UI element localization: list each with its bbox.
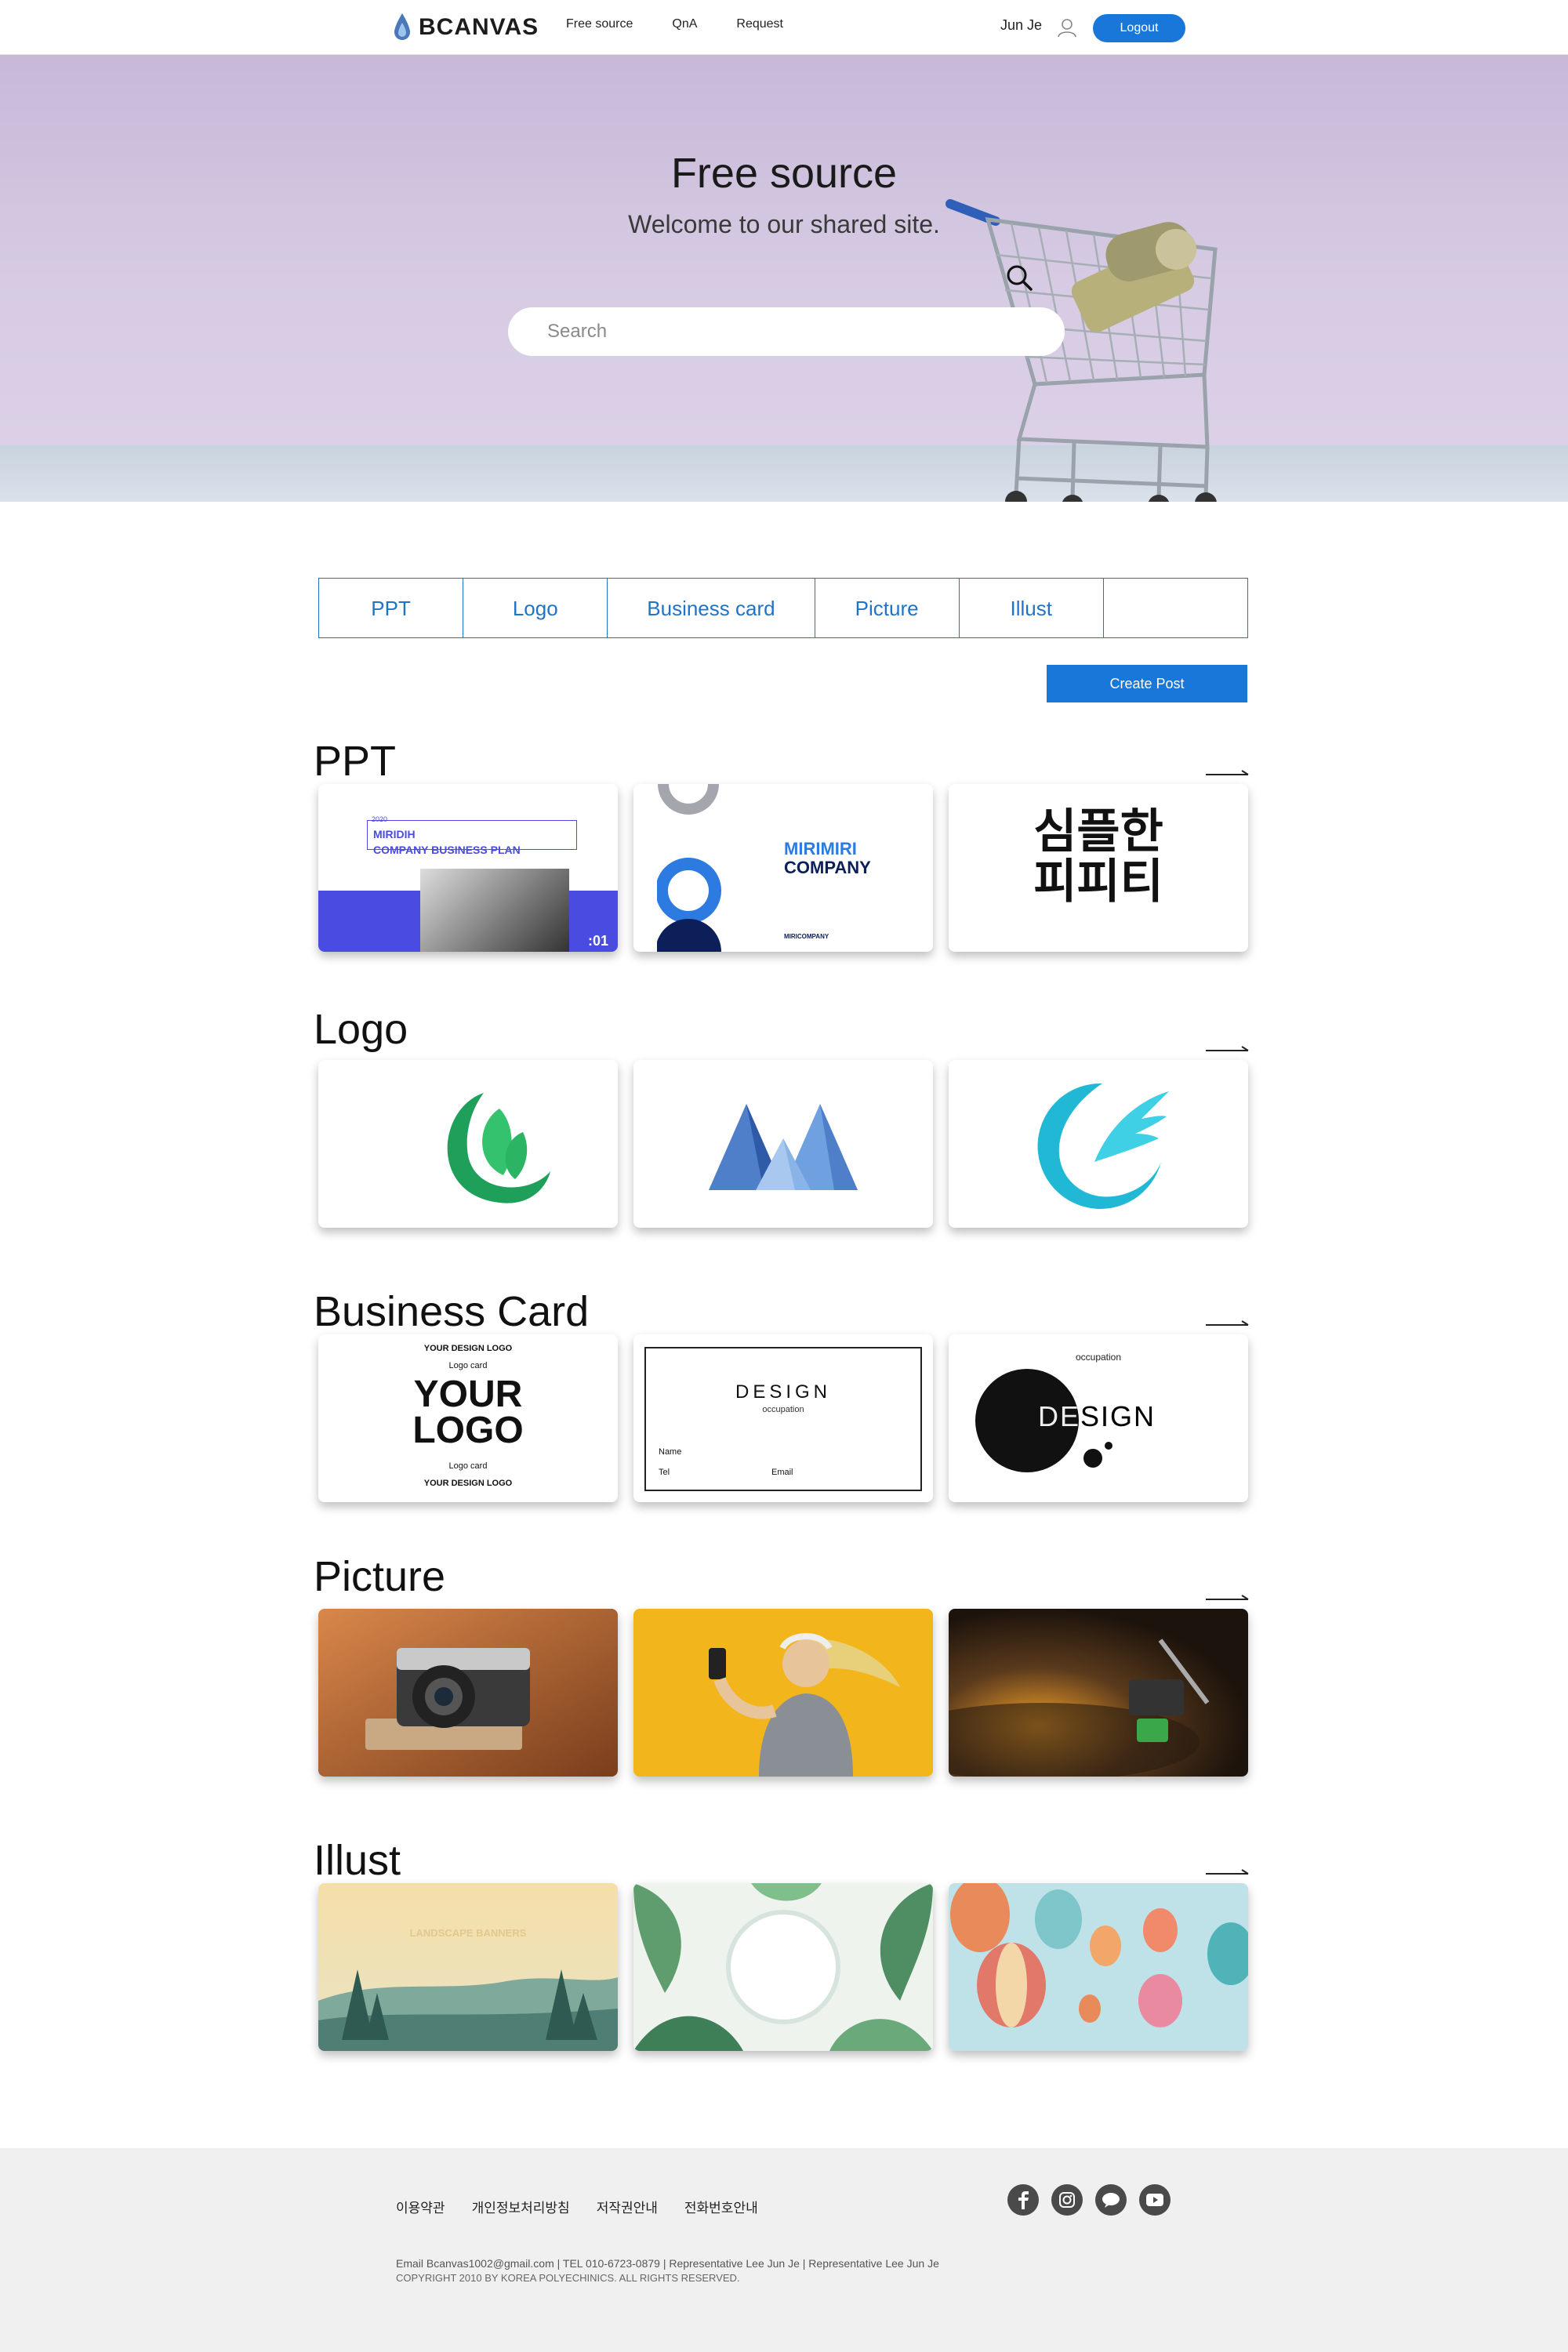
section-title-ppt: PPT: [314, 738, 397, 785]
chat-icon[interactable]: [1095, 2184, 1127, 2216]
bc1-label-bottom: Logo card: [448, 1461, 488, 1471]
more-arrow-icon[interactable]: [1206, 1046, 1250, 1055]
illust-card-landscape[interactable]: LANDSCAPE BANNERS: [318, 1883, 618, 2051]
facebook-icon[interactable]: [1007, 2184, 1039, 2216]
logo-card-2[interactable]: [633, 1060, 933, 1228]
balloons-illustration-icon: [949, 1883, 1248, 2051]
illust-card-balloons[interactable]: [949, 1883, 1248, 2051]
bc3-sub: occupation: [1075, 1352, 1122, 1363]
logo-card-3[interactable]: [949, 1060, 1248, 1228]
footer-link-terms[interactable]: 이용약관: [396, 2197, 445, 2216]
bc1-arc-bottom: YOUR DESIGN LOGO: [423, 1479, 513, 1488]
woman-photo-icon: [633, 1609, 933, 1777]
tab-logo[interactable]: Logo: [463, 579, 608, 637]
bc2-sub: occupation: [762, 1405, 804, 1414]
hero-banner: Free source Welcome to our shared site.: [0, 55, 1568, 502]
bc2-tel-label: Tel: [659, 1468, 670, 1477]
picture-card-camera[interactable]: [318, 1609, 618, 1777]
user-name: Jun Je: [1000, 17, 1043, 33]
bc3-title: DESIGN: [1038, 1400, 1156, 1432]
bc2-title: DESIGN: [735, 1381, 831, 1403]
illust-card-leaves[interactable]: [633, 1883, 933, 2051]
search-bar: [508, 307, 1065, 356]
wing-logo-icon: [1037, 1083, 1169, 1209]
bc1-big-1: YOUR: [413, 1374, 523, 1415]
hero-title: Free source: [670, 150, 898, 197]
bc2-email-label: Email: [771, 1468, 793, 1477]
ring-graphic-icon: [657, 784, 721, 952]
ppt-card-2[interactable]: MIRIMIRI COMPANY MIRICOMPANY: [633, 784, 933, 952]
hero-floor: [0, 445, 1568, 502]
business-card-3[interactable]: occupation DESIGN: [949, 1334, 1248, 1502]
social-links: [1007, 2184, 1171, 2216]
brand-name: BCANVAS: [419, 14, 539, 40]
ppt-card-1[interactable]: 2020 MIRIDIH COMPANY BUSINESS PLAN :01: [318, 784, 618, 952]
brand-logo[interactable]: BCANVAS: [392, 9, 539, 45]
leaves-frame-illustration-icon: [633, 1883, 933, 2051]
ppt2-line2: COMPANY: [784, 858, 871, 877]
tab-picture[interactable]: Picture: [815, 579, 960, 637]
bc1-label-top: Logo card: [448, 1361, 488, 1370]
ppt-card-3[interactable]: 심플한 피피티: [949, 784, 1248, 952]
search-icon[interactable]: [1005, 263, 1033, 292]
ppt3-line2: 피피티: [1033, 855, 1163, 908]
ppt-page-number: :01: [588, 933, 609, 949]
tab-empty[interactable]: [1104, 579, 1247, 637]
footer-contact-info: Email Bcanvas1002@gmail.com | TEL 010-67…: [396, 2257, 939, 2270]
business-card-1[interactable]: YOUR DESIGN LOGO Logo card YOUR LOGO Log…: [318, 1334, 618, 1502]
tab-ppt[interactable]: PPT: [319, 579, 464, 637]
search-input[interactable]: [547, 307, 986, 356]
more-arrow-icon[interactable]: [1206, 1869, 1250, 1878]
illust1-caption: LANDSCAPE BANNERS: [409, 1927, 527, 1939]
section-title-logo: Logo: [314, 1006, 408, 1053]
more-arrow-icon[interactable]: [1206, 1595, 1250, 1604]
business-card-2[interactable]: DESIGN occupation Name Tel Email: [633, 1334, 933, 1502]
create-post-button[interactable]: Create Post: [1047, 665, 1247, 702]
more-arrow-icon[interactable]: [1206, 1320, 1250, 1330]
footer-link-copyright[interactable]: 저작권안내: [597, 2197, 658, 2216]
ppt3-line1: 심플한: [1033, 805, 1163, 858]
ppt-year: 2020: [372, 815, 388, 823]
ppt-title-line1: MIRIDIH: [373, 828, 416, 840]
ppt-title-line2: COMPANY BUSINESS PLAN: [373, 844, 521, 856]
instagram-icon[interactable]: [1051, 2184, 1083, 2216]
main-nav: Free source QnA Request: [566, 17, 783, 31]
landscape-illustration-icon: [318, 1883, 618, 2051]
tab-business-card[interactable]: Business card: [608, 579, 815, 637]
camera-photo-icon: [318, 1609, 618, 1777]
more-arrow-icon[interactable]: [1206, 770, 1250, 779]
ppt2-small: MIRICOMPANY: [784, 933, 829, 940]
bc1-big-2: LOGO: [412, 1410, 524, 1451]
footer-link-phone[interactable]: 전화번호안내: [684, 2197, 758, 2216]
nav-free-source[interactable]: Free source: [566, 17, 633, 31]
section-title-illust: Illust: [314, 1837, 401, 1884]
logo-card-1[interactable]: [318, 1060, 618, 1228]
category-tabs: PPT Logo Business card Picture Illust: [318, 578, 1248, 638]
picture-card-woman[interactable]: [633, 1609, 933, 1777]
bc2-name-label: Name: [659, 1447, 682, 1457]
leaf-logo-icon: [447, 1093, 550, 1203]
bc1-arc-top: YOUR DESIGN LOGO: [423, 1344, 513, 1353]
youtube-icon[interactable]: [1139, 2184, 1171, 2216]
site-footer: 이용약관 개인정보처리방침 저작권안내 전화번호안내 Email Bcanvas…: [0, 2148, 1568, 2352]
tab-illust[interactable]: Illust: [960, 579, 1104, 637]
hero-subtitle: Welcome to our shared site.: [628, 210, 940, 238]
footer-links: 이용약관 개인정보처리방침 저작권안내 전화번호안내: [396, 2197, 758, 2216]
site-header: BCANVAS Free source QnA Request Jun Je L…: [0, 0, 1568, 55]
nav-qna[interactable]: QnA: [672, 17, 697, 31]
nav-request[interactable]: Request: [736, 17, 783, 31]
user-icon[interactable]: [1057, 17, 1077, 38]
section-title-business-card: Business Card: [314, 1288, 590, 1335]
picture-card-turntable[interactable]: [949, 1609, 1248, 1777]
section-title-picture: Picture: [314, 1553, 446, 1600]
footer-link-privacy[interactable]: 개인정보처리방침: [472, 2197, 570, 2216]
drop-logo-icon: [394, 13, 410, 40]
turntable-photo-icon: [949, 1609, 1248, 1777]
mountain-logo-icon: [709, 1104, 858, 1190]
logout-button[interactable]: Logout: [1093, 14, 1185, 42]
ppt2-line1: MIRIMIRI: [784, 839, 857, 858]
footer-copyright: COPYRIGHT 2010 BY KOREA POLYECHINICS. AL…: [396, 2272, 740, 2284]
